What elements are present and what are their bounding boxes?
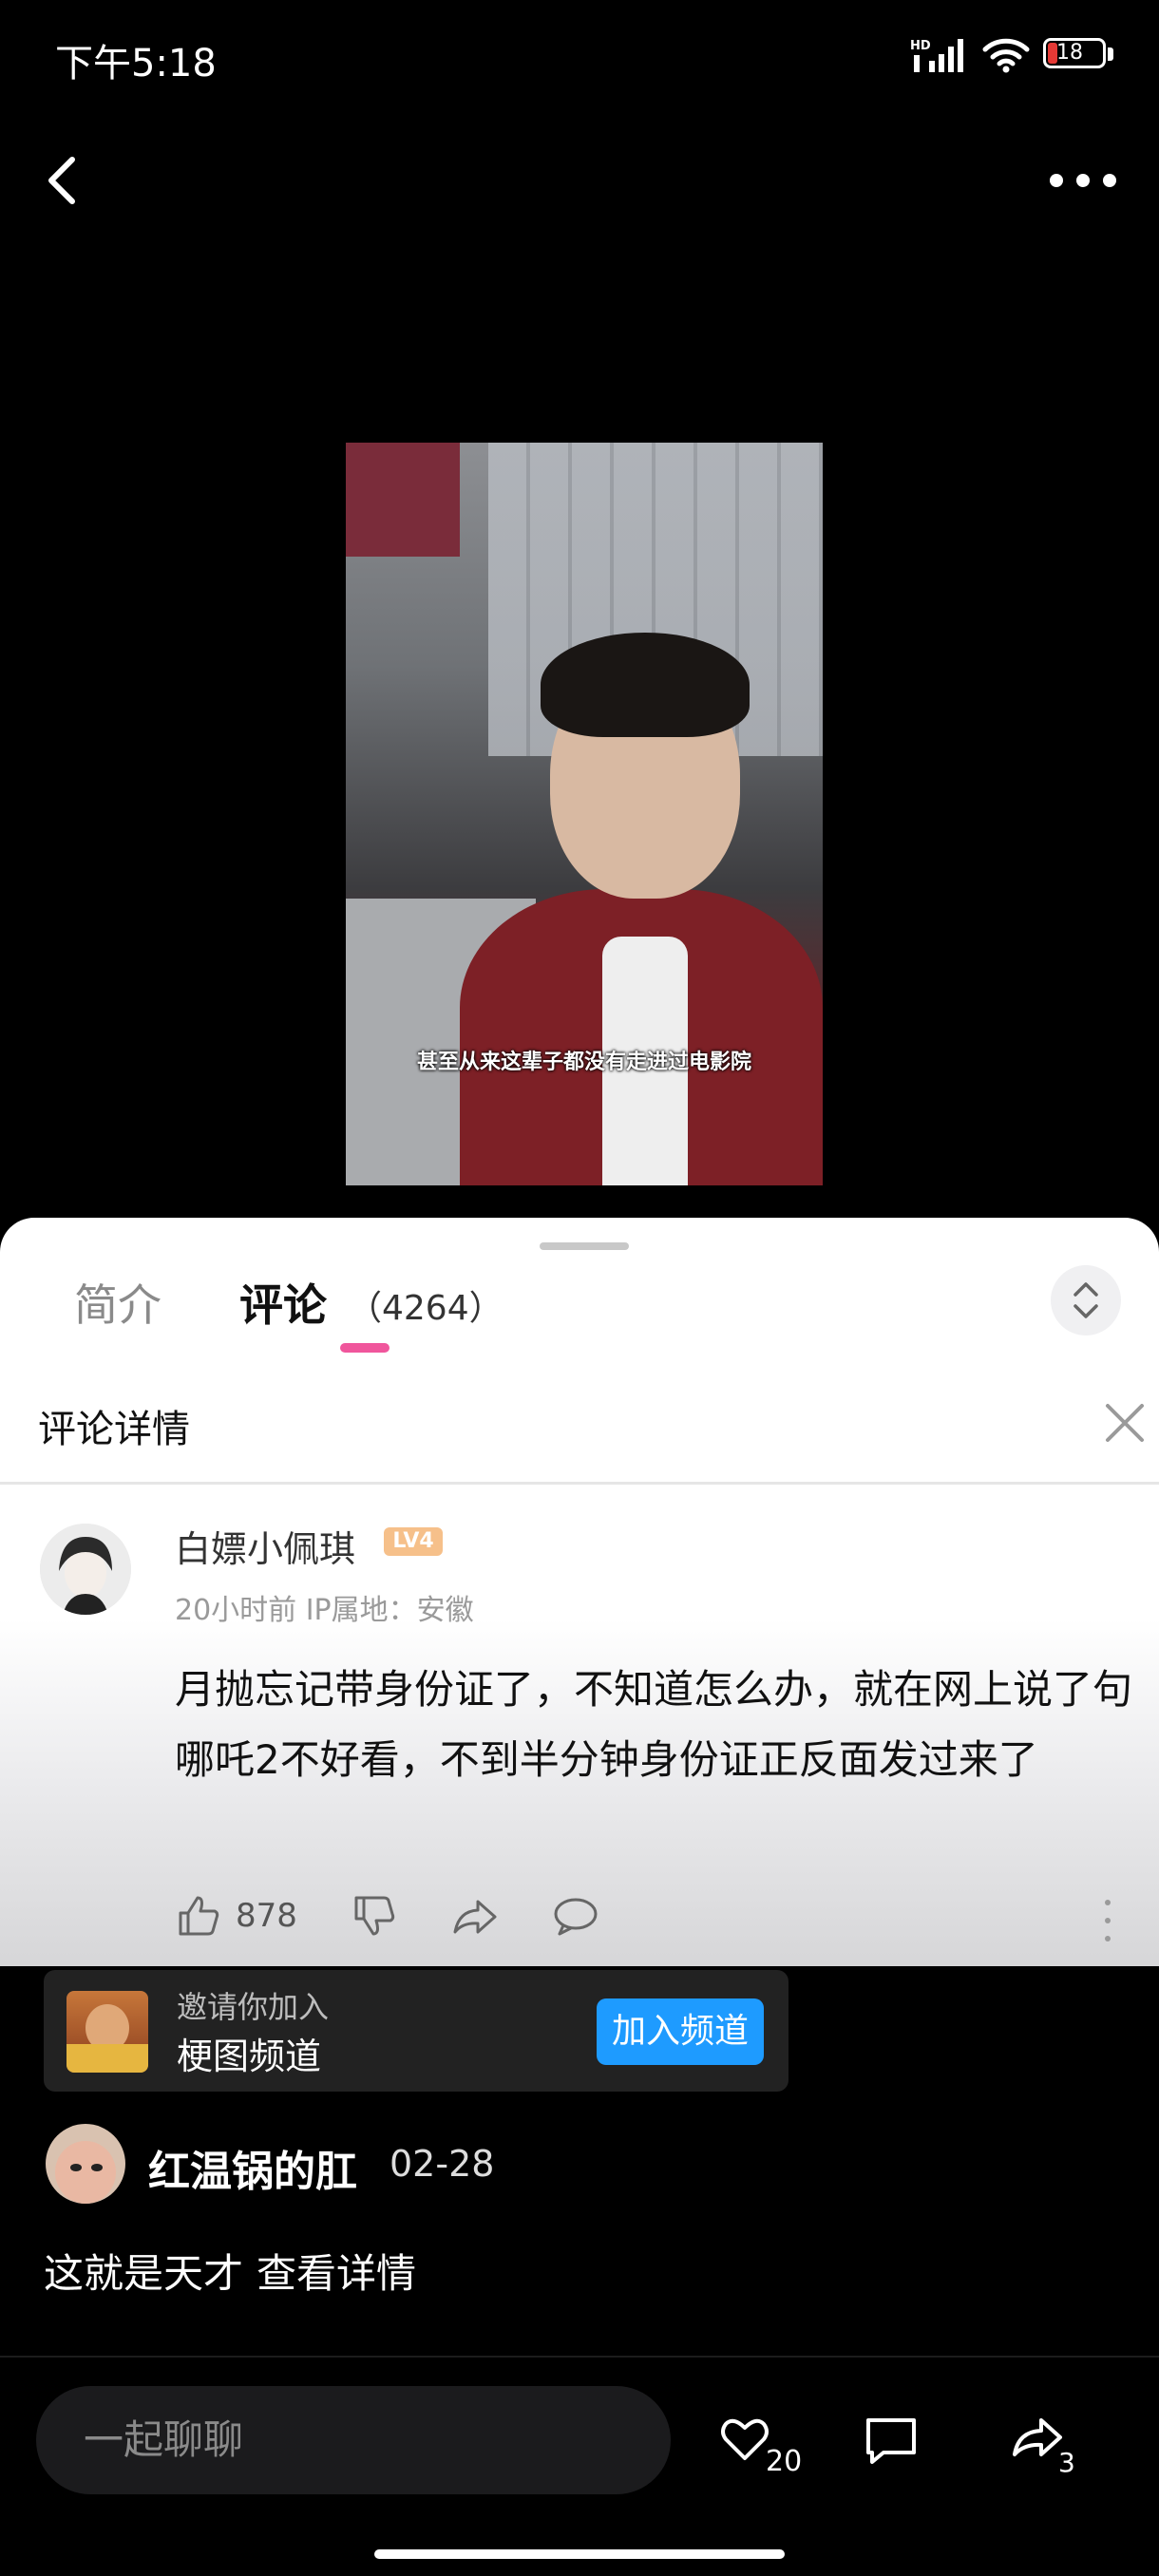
comment-panel: 简介 评论 （4264） 评论详情 白嫖小佩琪 LV4 20小时前 IP属地：安… (0, 1218, 1159, 1966)
comment-date: 02-28 (390, 2143, 495, 2185)
avatar[interactable] (46, 2124, 125, 2204)
thumbs-down-icon (354, 1896, 395, 1936)
level-badge: LV4 (384, 1527, 443, 1556)
chat-bubble-icon (554, 1898, 598, 1936)
status-icons: HD 18 (910, 36, 1113, 74)
tab-comments[interactable]: 评论 (239, 1271, 327, 1334)
reply-button[interactable] (552, 1892, 599, 1940)
comment-meta: 20小时前 IP属地：安徽 (175, 1594, 474, 1627)
like-video-button[interactable]: 20 (718, 2413, 813, 2479)
comment-actions: 878 (175, 1892, 653, 1940)
expand-arrows-icon (1074, 1282, 1098, 1318)
more-dot-icon (1103, 174, 1116, 187)
chat-input[interactable]: 一起聊聊 (36, 2386, 671, 2494)
comment-icon (866, 2418, 916, 2464)
comment-more-button[interactable] (1102, 1900, 1113, 1941)
battery-icon: 18 (1043, 38, 1113, 72)
signal-icon: HD (910, 39, 963, 72)
anime-avatar-icon (40, 1524, 131, 1615)
channel-name: 梗图频道 (177, 2036, 322, 2077)
drag-handle[interactable] (540, 1242, 629, 1250)
comment-username[interactable]: 红温锅的肛 (148, 2137, 357, 2198)
comment-button[interactable] (863, 2413, 920, 2470)
thumbs-up-icon (179, 1896, 219, 1936)
home-indicator[interactable] (374, 2549, 785, 2559)
like-button[interactable]: 878 (175, 1892, 297, 1940)
invite-subtitle: 邀请你加入 (177, 1989, 330, 2025)
comment-content: 月抛忘记带身份证了，不知道怎么办，就在网上说了句哪吒2不好看，不到半分钟身份证正… (175, 1666, 1133, 1783)
kebab-dot-icon (1105, 1918, 1111, 1923)
wifi-icon (982, 38, 1030, 73)
comment-detail-title: 评论详情 (38, 1408, 190, 1451)
more-dot-icon (1076, 174, 1090, 187)
battery-level: 18 (1056, 41, 1083, 65)
channel-invite-card[interactable]: 邀请你加入 梗图频道 加入频道 (44, 1970, 788, 2092)
divider (0, 2356, 1159, 2358)
join-channel-button[interactable]: 加入频道 (597, 1998, 764, 2065)
comment-username[interactable]: 白嫖小佩琪 (175, 1520, 355, 1572)
share-arrow-icon (453, 1900, 497, 1934)
more-options-button[interactable] (1045, 161, 1121, 199)
status-time: 下午5:18 (55, 42, 217, 85)
close-button[interactable] (1102, 1400, 1148, 1446)
share-arrow-icon (1013, 2418, 1062, 2456)
channel-avatar (66, 1991, 148, 2073)
expand-panel-button[interactable] (1051, 1265, 1121, 1335)
comment-count: （4264） (348, 1289, 504, 1328)
close-icon (1106, 1404, 1144, 1442)
video-subtitle: 甚至从来这辈子都没有走进过电影院 (416, 1051, 751, 1074)
video-background-sign (346, 443, 460, 557)
comment-text: 这就是天才 (44, 2250, 244, 2297)
kebab-dot-icon (1105, 1900, 1111, 1905)
tab-active-indicator (340, 1343, 390, 1353)
video-share-count: 3 (1058, 2447, 1075, 2478)
back-button[interactable] (38, 152, 95, 209)
share-button[interactable] (451, 1892, 499, 1940)
chevron-left-icon (48, 157, 75, 204)
tab-intro[interactable]: 简介 (74, 1271, 162, 1334)
kebab-dot-icon (1105, 1936, 1111, 1941)
comment-content: 这就是天才 查看详情 (44, 2242, 416, 2300)
svg-text:HD: HD (910, 39, 931, 53)
view-details-link[interactable]: 查看详情 (256, 2250, 416, 2297)
dislike-button[interactable] (351, 1892, 398, 1940)
video-person-hair (541, 633, 750, 737)
video-player[interactable]: 甚至从来这辈子都没有走进过电影院 (346, 443, 823, 1185)
more-dot-icon (1050, 174, 1063, 187)
share-video-button[interactable]: 3 (1011, 2413, 1096, 2479)
like-count: 878 (236, 1897, 297, 1935)
avatar[interactable] (40, 1524, 131, 1615)
video-like-count: 20 (766, 2445, 803, 2478)
heart-icon (721, 2418, 769, 2460)
